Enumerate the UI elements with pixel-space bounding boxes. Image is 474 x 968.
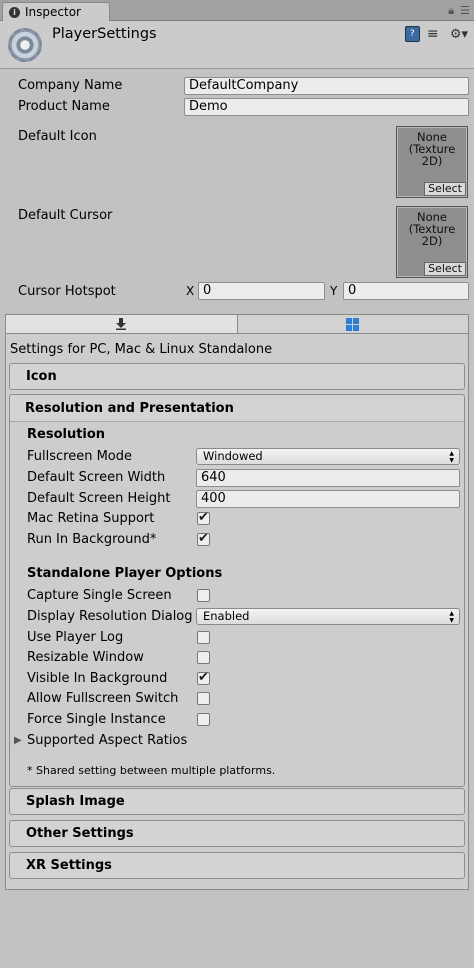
dropdown-arrows-icon: ▲ ▼ xyxy=(449,450,454,464)
inspector-tab[interactable]: i Inspector xyxy=(2,2,110,21)
menu-icon[interactable]: ☰ xyxy=(460,4,470,18)
default-cursor-label: Default Cursor xyxy=(18,208,113,223)
mac-retina-label: Mac Retina Support xyxy=(27,511,155,526)
section-other-settings[interactable]: Other Settings xyxy=(9,820,465,847)
allow-fullscreen-switch-label: Allow Fullscreen Switch xyxy=(27,691,179,706)
window-controls: 🔒︎ ☰ xyxy=(448,4,470,18)
use-player-log-label: Use Player Log xyxy=(27,630,124,645)
platform-caption: Settings for PC, Mac & Linux Standalone xyxy=(10,342,273,357)
resizable-window-checkbox[interactable] xyxy=(197,651,210,664)
company-name-field[interactable]: DefaultCompany xyxy=(184,77,469,95)
lock-icon[interactable]: 🔒︎ xyxy=(448,4,454,18)
capture-single-screen-checkbox[interactable] xyxy=(197,589,210,602)
display-resolution-dialog-label: Display Resolution Dialog xyxy=(27,609,193,624)
default-screen-height-field[interactable]: 400 xyxy=(196,490,460,508)
company-name-label: Company Name xyxy=(18,78,123,93)
page-title: PlayerSettings xyxy=(52,26,157,42)
display-resolution-dialog-value: Enabled xyxy=(203,609,250,623)
product-name-label: Product Name xyxy=(18,99,110,114)
header-icons: ? ≡ ⚙▾ xyxy=(404,26,468,42)
fullscreen-mode-value: Windowed xyxy=(203,449,263,463)
force-single-instance-label: Force Single Instance xyxy=(27,712,166,727)
player-settings-gear-icon xyxy=(8,28,42,62)
section-icon[interactable]: Icon xyxy=(9,363,465,390)
tab-standalone[interactable] xyxy=(6,315,238,333)
run-in-background-checkbox[interactable] xyxy=(197,531,210,546)
texture-dim-text: 2D) xyxy=(421,234,443,248)
standalone-heading: Standalone Player Options xyxy=(27,566,223,581)
default-screen-height-label: Default Screen Height xyxy=(27,491,171,506)
default-screen-width-label: Default Screen Width xyxy=(27,470,166,485)
section-resolution-header[interactable]: Resolution and Presentation xyxy=(10,395,464,422)
resizable-window-label: Resizable Window xyxy=(27,650,144,665)
windows-icon xyxy=(346,317,360,331)
allow-fullscreen-switch-checkbox[interactable] xyxy=(197,692,210,705)
display-resolution-dialog-dropdown[interactable]: Enabled ▲ ▼ xyxy=(196,608,460,625)
dropdown-arrows-icon: ▲ ▼ xyxy=(449,610,454,624)
hotspot-x-field[interactable]: 0 xyxy=(198,282,325,300)
expand-triangle-icon[interactable]: ▶ xyxy=(14,735,22,746)
hotspot-y-label: Y xyxy=(330,284,338,298)
visible-in-background-checkbox[interactable] xyxy=(197,670,210,685)
default-icon-select-button[interactable]: Select xyxy=(424,182,466,196)
force-single-instance-checkbox[interactable] xyxy=(197,713,210,726)
presets-icon[interactable]: ≡ xyxy=(427,26,443,42)
resolution-heading: Resolution xyxy=(27,427,106,442)
hotspot-x-label: X xyxy=(186,284,195,298)
hotspot-y-field[interactable]: 0 xyxy=(343,282,469,300)
supported-aspect-ratios-foldout[interactable]: Supported Aspect Ratios xyxy=(27,733,187,748)
capture-single-screen-label: Capture Single Screen xyxy=(27,588,172,603)
cursor-hotspot-label: Cursor Hotspot xyxy=(18,284,116,299)
mac-retina-checkbox[interactable] xyxy=(197,510,210,525)
platform-tabs xyxy=(5,314,469,334)
section-xr-settings[interactable]: XR Settings xyxy=(9,852,465,879)
use-player-log-checkbox[interactable] xyxy=(197,631,210,644)
visible-in-background-label: Visible In Background xyxy=(27,671,168,686)
run-in-background-label: Run In Background* xyxy=(27,532,157,547)
tab-windows[interactable] xyxy=(238,315,469,333)
texture-dim-text: 2D) xyxy=(421,154,443,168)
product-name-field[interactable]: Demo xyxy=(184,98,469,116)
default-screen-width-field[interactable]: 640 xyxy=(196,469,460,487)
shared-setting-note: * Shared setting between multiple platfo… xyxy=(27,764,276,777)
help-book-icon[interactable]: ? xyxy=(404,26,420,42)
inspector-empty-area xyxy=(0,890,474,968)
gear-icon[interactable]: ⚙▾ xyxy=(450,27,468,42)
fullscreen-mode-dropdown[interactable]: Windowed ▲ ▼ xyxy=(196,448,460,465)
info-icon: i xyxy=(9,6,20,18)
default-cursor-texture-slot[interactable]: None (Texture 2D) Select xyxy=(396,206,468,278)
default-cursor-select-button[interactable]: Select xyxy=(424,262,466,276)
fullscreen-mode-label: Fullscreen Mode xyxy=(27,449,132,464)
section-splash-image[interactable]: Splash Image xyxy=(9,788,465,815)
default-icon-label: Default Icon xyxy=(18,129,97,144)
download-icon xyxy=(116,318,127,330)
inspector-tab-label: Inspector xyxy=(25,5,81,19)
default-icon-texture-slot[interactable]: None (Texture 2D) Select xyxy=(396,126,468,198)
